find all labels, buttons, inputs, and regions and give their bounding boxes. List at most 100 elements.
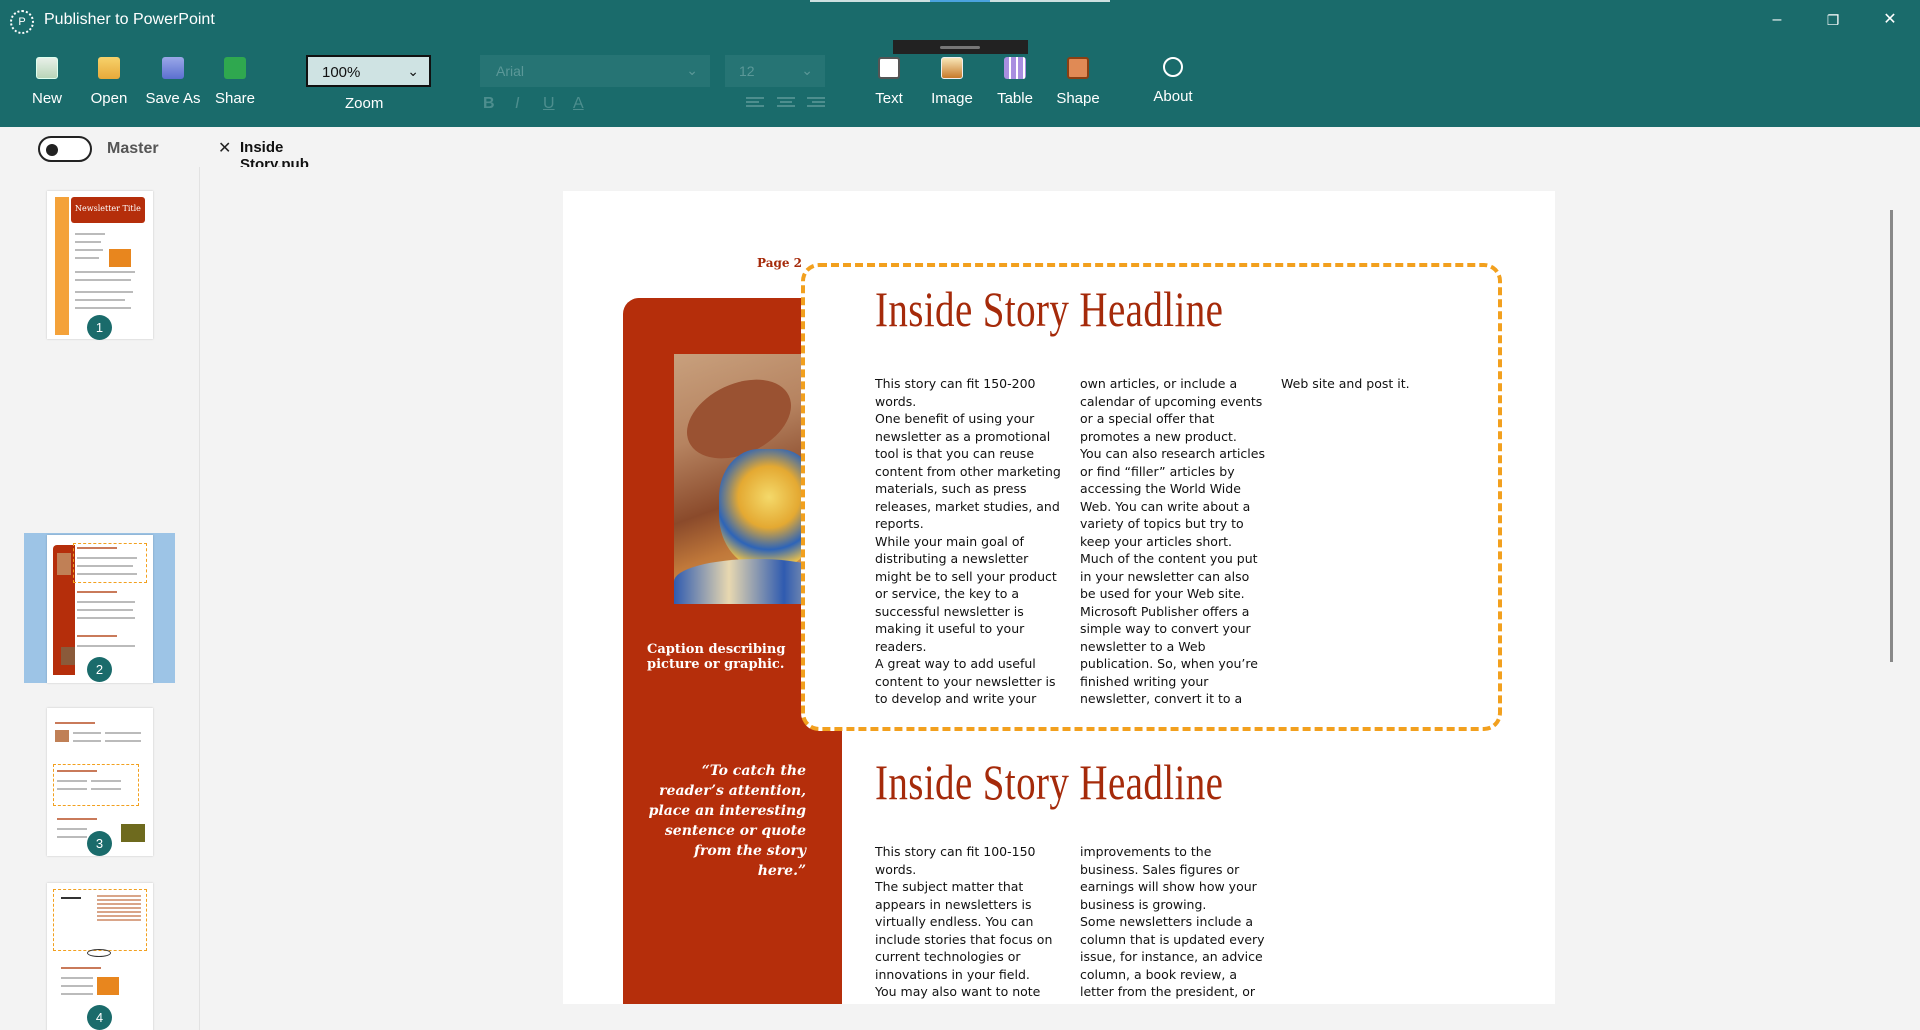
thumb-line [75, 279, 131, 281]
toggle-knob [46, 144, 58, 156]
master-toggle[interactable] [38, 136, 92, 162]
paragraph: improvements to the business. Sales figu… [1080, 844, 1257, 912]
paragraph: While your main goal of distributing a n… [875, 533, 1057, 654]
thumb-title: Newsletter Title [75, 204, 141, 213]
thumb-line [61, 993, 93, 995]
share-icon [224, 57, 246, 79]
page-thumbnail-pane: Newsletter Title 1 2 3 4 [0, 167, 200, 1030]
italic-button[interactable]: I [515, 95, 519, 113]
story2-headline[interactable]: Inside Story Headline [875, 753, 1223, 811]
thumb-line [61, 985, 93, 987]
font-color-button[interactable]: A [573, 95, 584, 113]
new-button[interactable]: New [16, 52, 78, 118]
page-label: Page 2 [757, 256, 803, 270]
thumb-line [75, 257, 99, 259]
thumb-line [57, 788, 87, 790]
publication-page[interactable]: Page 2 Caption describing picture or gra… [563, 191, 1555, 1004]
story2-column-1[interactable]: This story can fit 100-150 words. The su… [875, 843, 1063, 1004]
paragraph: Much of the content you put in your news… [1080, 551, 1258, 706]
thumb-line [105, 740, 141, 742]
about-button[interactable]: About [1142, 52, 1204, 118]
align-right-button[interactable] [807, 97, 825, 111]
thumb-ellipse [87, 949, 111, 957]
thumb-line [61, 897, 81, 899]
drag-region-indicator-active [930, 0, 990, 2]
thumb-image [97, 977, 119, 995]
story1-column-1[interactable]: This story can fit 150-200 words. One be… [875, 375, 1063, 708]
pull-quote[interactable]: “To catch the reader’s attention, place … [643, 761, 806, 881]
shape-icon [1067, 57, 1089, 79]
thumb-line [77, 557, 137, 559]
paragraph: own articles, or include a calendar of u… [1080, 376, 1263, 444]
thumb-line [75, 233, 105, 235]
thumb-line [77, 635, 117, 637]
thumb-line [75, 299, 125, 301]
paragraph: The subject matter that appears in newsl… [875, 879, 1053, 982]
thumb-line [57, 770, 97, 772]
thumb-line [91, 788, 121, 790]
paragraph: You may also want to note business or ec… [875, 984, 1058, 1004]
paragraph: Web site and post it. [1281, 376, 1410, 391]
thumb-image [57, 553, 71, 575]
story1-column-2[interactable]: own articles, or include a calendar of u… [1080, 375, 1268, 708]
maximize-button[interactable]: ❐ [1813, 6, 1853, 34]
paragraph: This story can fit 150-200 words. [875, 376, 1036, 409]
font-family-value: Arial [496, 63, 525, 79]
thumb-line [73, 740, 101, 742]
minimize-button[interactable]: – [1757, 6, 1797, 34]
insert-shape-button[interactable]: Shape [1047, 52, 1109, 118]
zoom-label: Zoom [345, 95, 384, 112]
font-size-select[interactable]: 12 ⌄ [725, 55, 825, 87]
close-window-button[interactable]: ✕ [1870, 6, 1910, 34]
underline-button[interactable]: U [543, 95, 555, 113]
align-center-button[interactable] [777, 97, 795, 111]
thumb-line [75, 291, 133, 293]
share-button[interactable]: Share [204, 52, 266, 118]
page-number-badge: 4 [87, 1005, 112, 1030]
story1-column-3[interactable]: Web site and post it. [1281, 375, 1469, 393]
thumb-image [55, 730, 69, 742]
story1-headline[interactable]: Inside Story Headline [875, 280, 1223, 338]
page-number-badge: 1 [87, 315, 112, 340]
title-bar: Publisher to PowerPoint – ❐ ✕ [0, 0, 1920, 40]
thumb-line [105, 732, 141, 734]
thumb-line [57, 780, 87, 782]
thumb-line [77, 591, 117, 593]
chevron-down-icon: ⌄ [801, 62, 813, 78]
thumb-line [77, 645, 135, 647]
vertical-scrollbar[interactable] [1890, 210, 1893, 662]
thumb-line [91, 780, 121, 782]
thumb-line [75, 249, 103, 251]
app-logo-icon [10, 10, 34, 34]
ribbon: Publisher to PowerPoint – ❐ ✕ New Open S… [0, 0, 1920, 127]
thumb-image [61, 647, 75, 665]
font-size-value: 12 [739, 63, 755, 79]
thumb-line [73, 732, 101, 734]
thumb-line [75, 271, 135, 273]
close-icon[interactable]: ✕ [218, 138, 231, 158]
save-as-button[interactable]: Save As [142, 52, 204, 118]
thumb-dashed-frame [73, 543, 147, 583]
align-left-button[interactable] [746, 97, 764, 111]
thumb-line [61, 967, 101, 969]
master-label: Master [107, 140, 159, 157]
zoom-select[interactable]: 100% ⌄ [306, 55, 431, 87]
thumb-line [75, 241, 101, 243]
paragraph: One benefit of using your newsletter as … [875, 411, 1061, 531]
thumb-line [77, 573, 137, 575]
thumb-line [75, 307, 131, 309]
insert-table-button[interactable]: Table [984, 52, 1046, 118]
page-number-badge: 2 [87, 657, 112, 682]
thumb-sidebar-strip [55, 197, 69, 335]
insert-image-button[interactable]: Image [921, 52, 983, 118]
thumb-line [57, 828, 87, 830]
insert-text-button[interactable]: Text [858, 52, 920, 118]
page-number-badge: 3 [87, 831, 112, 856]
thumb-line [57, 836, 87, 838]
bold-button[interactable]: B [483, 95, 495, 113]
font-family-select[interactable]: Arial ⌄ [480, 55, 710, 87]
thumb-line [77, 565, 133, 567]
photo-caption[interactable]: Caption describing picture or graphic. [647, 642, 787, 672]
open-button[interactable]: Open [78, 52, 140, 118]
story2-column-2[interactable]: improvements to the business. Sales figu… [1080, 843, 1268, 1004]
